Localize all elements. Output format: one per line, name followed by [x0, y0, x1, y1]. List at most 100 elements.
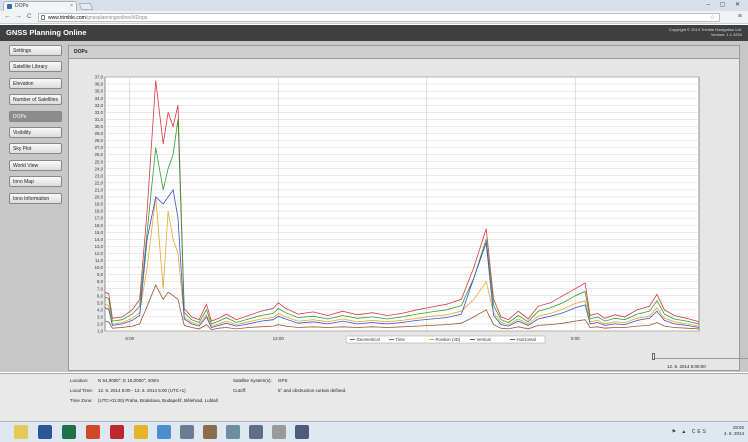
y-tick-label: 2,0 [97, 322, 104, 327]
y-tick-label: 32,0 [95, 110, 104, 115]
y-tick-label: 24,0 [95, 166, 104, 171]
window-controls[interactable]: – ▢ ✕ [707, 1, 744, 8]
dops-panel: DOPs 37,0 36,0 35,0 34,0 33,0 32,0 31,0 30,0 29,… [68, 45, 748, 371]
y-tick-label: 8,0 [97, 279, 104, 284]
local-time-label: Local Time: [70, 388, 94, 393]
new-tab-button[interactable] [78, 3, 94, 10]
sidebar-item-iono-information[interactable]: Iono Information [9, 192, 62, 204]
back-icon[interactable]: ← [4, 13, 11, 21]
y-tick-label: 22,0 [95, 180, 104, 185]
reload-icon[interactable]: C [27, 13, 31, 21]
app-header: GNSS Planning Online Copyright © 2013 Tr… [0, 25, 748, 41]
taskbar: ⚑ ▲ CES 19:02 4. 6. 2014 [0, 421, 748, 442]
excel-icon[interactable] [62, 425, 76, 439]
y-tick-label: 1,0 [97, 329, 104, 334]
legend-label: Horizontal [517, 337, 536, 342]
camera-icon[interactable] [157, 425, 171, 439]
browser-menu-icon[interactable]: ≡ [738, 13, 742, 20]
word-icon[interactable] [38, 425, 52, 439]
url-path: /gnssplanningonline/#/Dops [85, 15, 148, 21]
y-tick-label: 14,0 [95, 237, 104, 242]
tray-flag-icon[interactable]: ⚑ [672, 429, 678, 435]
panel-header: DOPs [69, 46, 739, 59]
sidebar-item-elevation[interactable]: Elevation [9, 77, 62, 89]
explorer-icon[interactable] [14, 425, 28, 439]
browser-title-bar: DOPs × – ▢ ✕ [0, 0, 748, 11]
copyright: Copyright © 2013 Trimble Navigation Ltd.… [669, 27, 742, 37]
y-tick-label: 5,0 [97, 300, 104, 305]
time-zone-label: Time Zone: [70, 398, 93, 403]
y-tick-label: 28,0 [95, 138, 104, 143]
y-tick-label: 26,0 [95, 152, 104, 157]
satellite-systems-label: Satellite System(s): [233, 378, 272, 383]
app-icon-2[interactable] [226, 425, 240, 439]
y-tick-label: 4,0 [97, 307, 104, 312]
pdf-icon[interactable] [110, 425, 124, 439]
clock[interactable]: 19:02 4. 6. 2014 [724, 425, 744, 437]
y-tick-label: 36,0 [95, 82, 104, 87]
y-tick-label: 21,0 [95, 187, 104, 192]
y-tick-label: 17,0 [95, 216, 104, 221]
y-tick-label: 29,0 [95, 131, 104, 136]
y-tick-label: 3,0 [97, 314, 104, 319]
y-tick-label: 11,0 [95, 258, 104, 263]
system-tray[interactable]: ⚑ ▲ CES [672, 429, 709, 435]
y-tick-label: 15,0 [95, 230, 104, 235]
y-tick-label: 13,0 [95, 244, 104, 249]
powerpoint-icon[interactable] [86, 425, 100, 439]
y-tick-label: 20,0 [95, 195, 104, 200]
legend-label: Position (3D) [436, 337, 461, 342]
y-tick-label: 10,0 [95, 265, 104, 270]
sidebar-item-satellite-library[interactable]: Satellite Library [9, 61, 62, 73]
time-zone-value: (UTC+01:00) Praha, Bratislava, Budapešť,… [98, 398, 219, 403]
y-tick-label: 16,0 [95, 223, 104, 228]
y-tick-label: 9,0 [97, 272, 104, 277]
sidebar-item-dops[interactable]: DOPs [9, 110, 62, 122]
app-icon-5[interactable] [295, 425, 309, 439]
tray-network-icon[interactable]: ▲ [681, 429, 688, 435]
time-slider-track[interactable] [652, 358, 748, 359]
page-icon [41, 15, 45, 20]
sidebar-item-world-view[interactable]: World View [9, 159, 62, 171]
sidebar-item-iono-map[interactable]: Iono Map [9, 176, 62, 188]
browser-tab[interactable]: DOPs × [3, 1, 77, 11]
tab-close-icon[interactable]: × [70, 3, 73, 9]
satellite-systems-value: GPS [278, 378, 288, 383]
y-tick-label: 19,0 [95, 202, 104, 207]
legend-label: Vertical [477, 337, 491, 342]
x-tick-label: 12:00 [273, 336, 285, 341]
sidebar-item-number-of-satellites[interactable]: Number of Satellites [9, 94, 62, 106]
time-slider-thumb[interactable] [652, 353, 655, 360]
y-tick-label: 34,0 [95, 96, 104, 101]
chrome-icon[interactable] [134, 425, 148, 439]
y-tick-label: 33,0 [95, 103, 104, 108]
app-icon-3[interactable] [249, 425, 263, 439]
x-tick-label: 6:00 [125, 336, 134, 341]
app-icon-4[interactable] [272, 425, 286, 439]
app-icon-1[interactable] [203, 425, 217, 439]
url-text: www.trimble.com/gnssplanningonline/#/Dop… [48, 15, 147, 21]
clock-date: 4. 6. 2014 [723, 431, 744, 436]
cutoff-label: Cutoff: [233, 388, 247, 393]
dops-chart: 37,0 36,0 35,0 34,0 33,0 32,0 31,0 30,0 29,0 28,0… [95, 75, 700, 344]
forward-icon[interactable]: → [15, 13, 22, 21]
y-tick-label: 30,0 [95, 124, 104, 129]
location-label: Location: [70, 378, 89, 383]
calculator-icon[interactable] [180, 425, 194, 439]
y-tick-label: 7,0 [97, 286, 104, 291]
y-tick-label: 37,0 [95, 75, 104, 80]
address-bar[interactable]: www.trimble.com/gnssplanningonline/#/Dop… [38, 13, 720, 22]
chart-legend: Geometrical Time Position (3D) Vertical Hori… [345, 335, 546, 344]
tray-language[interactable]: CES [692, 429, 708, 435]
y-tick-label: 25,0 [95, 159, 104, 164]
bookmark-star-icon[interactable]: ☆ [710, 14, 715, 21]
y-tick-label: 31,0 [95, 117, 104, 122]
y-tick-label: 23,0 [95, 173, 104, 178]
y-tick-label: 35,0 [95, 89, 104, 94]
sidebar-item-settings[interactable]: Settings [9, 45, 62, 56]
sidebar-item-visibility[interactable]: Visibility [9, 126, 62, 138]
local-time-value: 12. 6. 2014 5:00 - 13. 6. 2014 5:00 (UTC… [98, 388, 186, 393]
sidebar-item-sky-plot[interactable]: Sky Plot [9, 143, 62, 155]
x-tick-label: 0:00 [571, 336, 580, 341]
y-tick-label: 12,0 [95, 251, 104, 256]
